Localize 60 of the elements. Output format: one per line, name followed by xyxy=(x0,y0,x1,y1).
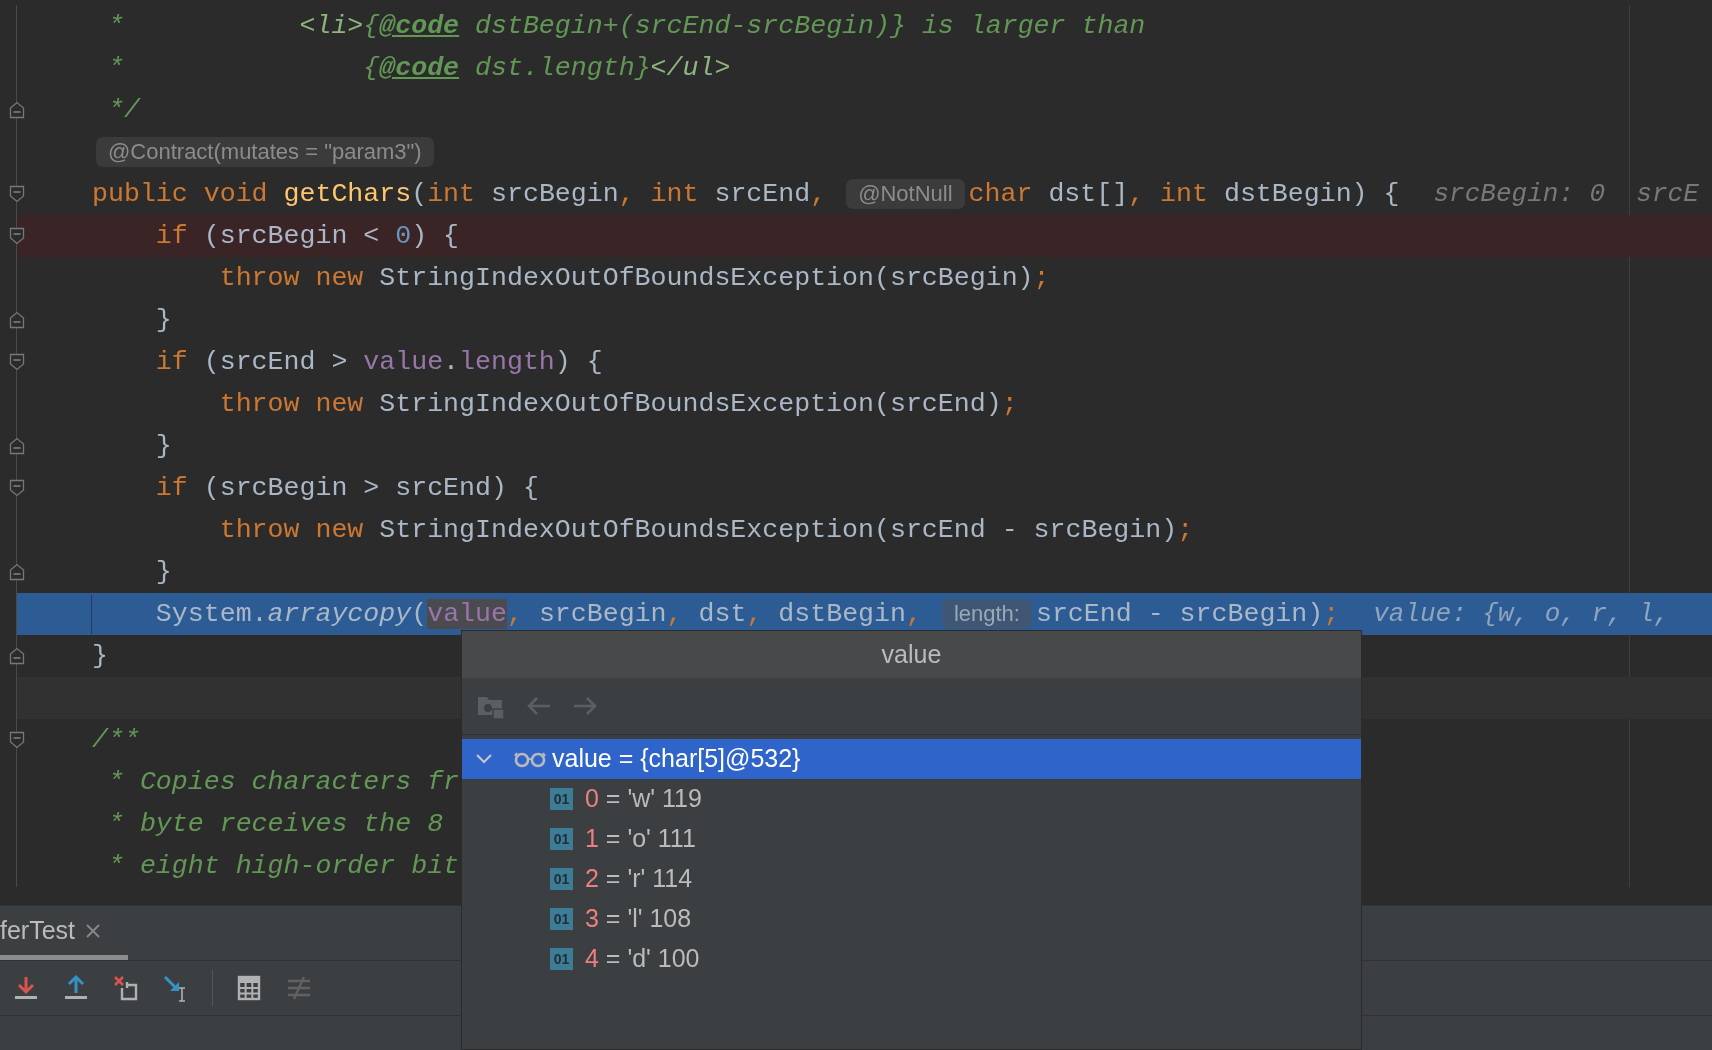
code-text: } xyxy=(92,642,108,670)
code-text: throw new StringIndexOutOfBoundsException(srcEnd); xyxy=(218,390,1018,418)
inline-value: srcBegin: 0 srcE xyxy=(1433,177,1699,211)
variable-entry: 3 = 'l' 108 xyxy=(585,903,692,935)
code-text: srcEnd - srcBegin); xyxy=(1035,600,1340,628)
code-text: * {@code dst.length}</ul> xyxy=(106,54,731,82)
variable-entry: 2 = 'r' 114 xyxy=(585,863,693,895)
variable-entry: 0 = 'w' 119 xyxy=(585,783,702,815)
type-badge: 01 xyxy=(550,868,573,890)
variable-entry: value = {char[5]@532} xyxy=(552,743,801,775)
tree-row[interactable]: 01 1 = 'o' 111 xyxy=(462,819,1361,859)
tree-row[interactable]: 01 0 = 'w' 119 xyxy=(462,779,1361,819)
code-text: * <li>{@code dstBegin+(srcEnd-srcBegin)} is larger than xyxy=(106,12,1146,40)
code-text: System.arraycopy(value, srcBegin, dst, dstBegin, xyxy=(154,600,923,628)
code-text: if (srcBegin < 0) { xyxy=(154,222,460,250)
popup-title: value xyxy=(881,638,942,670)
inlay-hint: length: xyxy=(941,598,1032,630)
code-text: throw new StringIndexOutOfBoundsException(srcEnd - srcBegin); xyxy=(218,516,1194,544)
tree-row[interactable]: 01 4 = 'd' 100 xyxy=(462,939,1361,979)
type-badge: 01 xyxy=(550,828,573,850)
type-badge: 01 xyxy=(550,908,573,930)
fold-icon[interactable] xyxy=(9,353,25,371)
fold-icon[interactable] xyxy=(9,311,25,329)
code-text: } xyxy=(154,558,172,586)
fold-icon[interactable] xyxy=(9,563,25,581)
close-icon[interactable] xyxy=(85,922,102,939)
code-text: * byte receives the 8 xyxy=(106,810,444,838)
code-text: if (srcBegin > srcEnd) { xyxy=(154,474,539,502)
code-text: * Copies characters fr xyxy=(106,768,460,796)
inline-value: value: {w, o, r, l, xyxy=(1373,597,1670,631)
fold-icon[interactable] xyxy=(9,437,25,455)
fold-icon[interactable] xyxy=(9,479,25,497)
variable-entry: 1 = 'o' 111 xyxy=(585,823,696,855)
tree-row[interactable]: value = {char[5]@532} xyxy=(462,739,1361,779)
cross-frame-icon[interactable] xyxy=(112,974,140,1002)
fold-icon[interactable] xyxy=(9,647,25,665)
type-badge: 01 xyxy=(550,948,573,970)
code-text: /** xyxy=(92,726,140,754)
inlay-hint: @NotNull xyxy=(846,178,965,210)
tab[interactable]: ferTest xyxy=(0,906,128,960)
inlay-hint: @Contract(mutates = "param3") xyxy=(96,136,434,168)
calculator-icon[interactable] xyxy=(235,974,263,1002)
code-text: */ xyxy=(106,96,140,124)
type-badge: 01 xyxy=(550,788,573,810)
code-text: } xyxy=(154,432,172,460)
tree-row[interactable]: 01 2 = 'r' 114 xyxy=(462,859,1361,899)
code-text: } xyxy=(154,306,172,334)
fold-icon[interactable] xyxy=(9,731,25,749)
glasses-icon xyxy=(514,750,546,768)
fold-icon[interactable] xyxy=(9,227,25,245)
code-text: public void getChars(int srcBegin, int srcEnd, xyxy=(92,180,828,208)
variable-entry: 4 = 'd' 100 xyxy=(585,943,700,975)
down-arrow-icon[interactable] xyxy=(12,974,40,1002)
code-text: throw new StringIndexOutOfBoundsException(srcBegin); xyxy=(218,264,1050,292)
fold-icon[interactable] xyxy=(9,185,25,203)
code-text: * eight high-order bit xyxy=(106,852,460,880)
code-text: if (srcEnd > value.length) { xyxy=(154,348,603,376)
code-text: char dst[], int dstBegin) { xyxy=(968,180,1400,208)
fold-icon[interactable] xyxy=(9,101,25,119)
tree-row[interactable]: 01 3 = 'l' 108 xyxy=(462,899,1361,939)
